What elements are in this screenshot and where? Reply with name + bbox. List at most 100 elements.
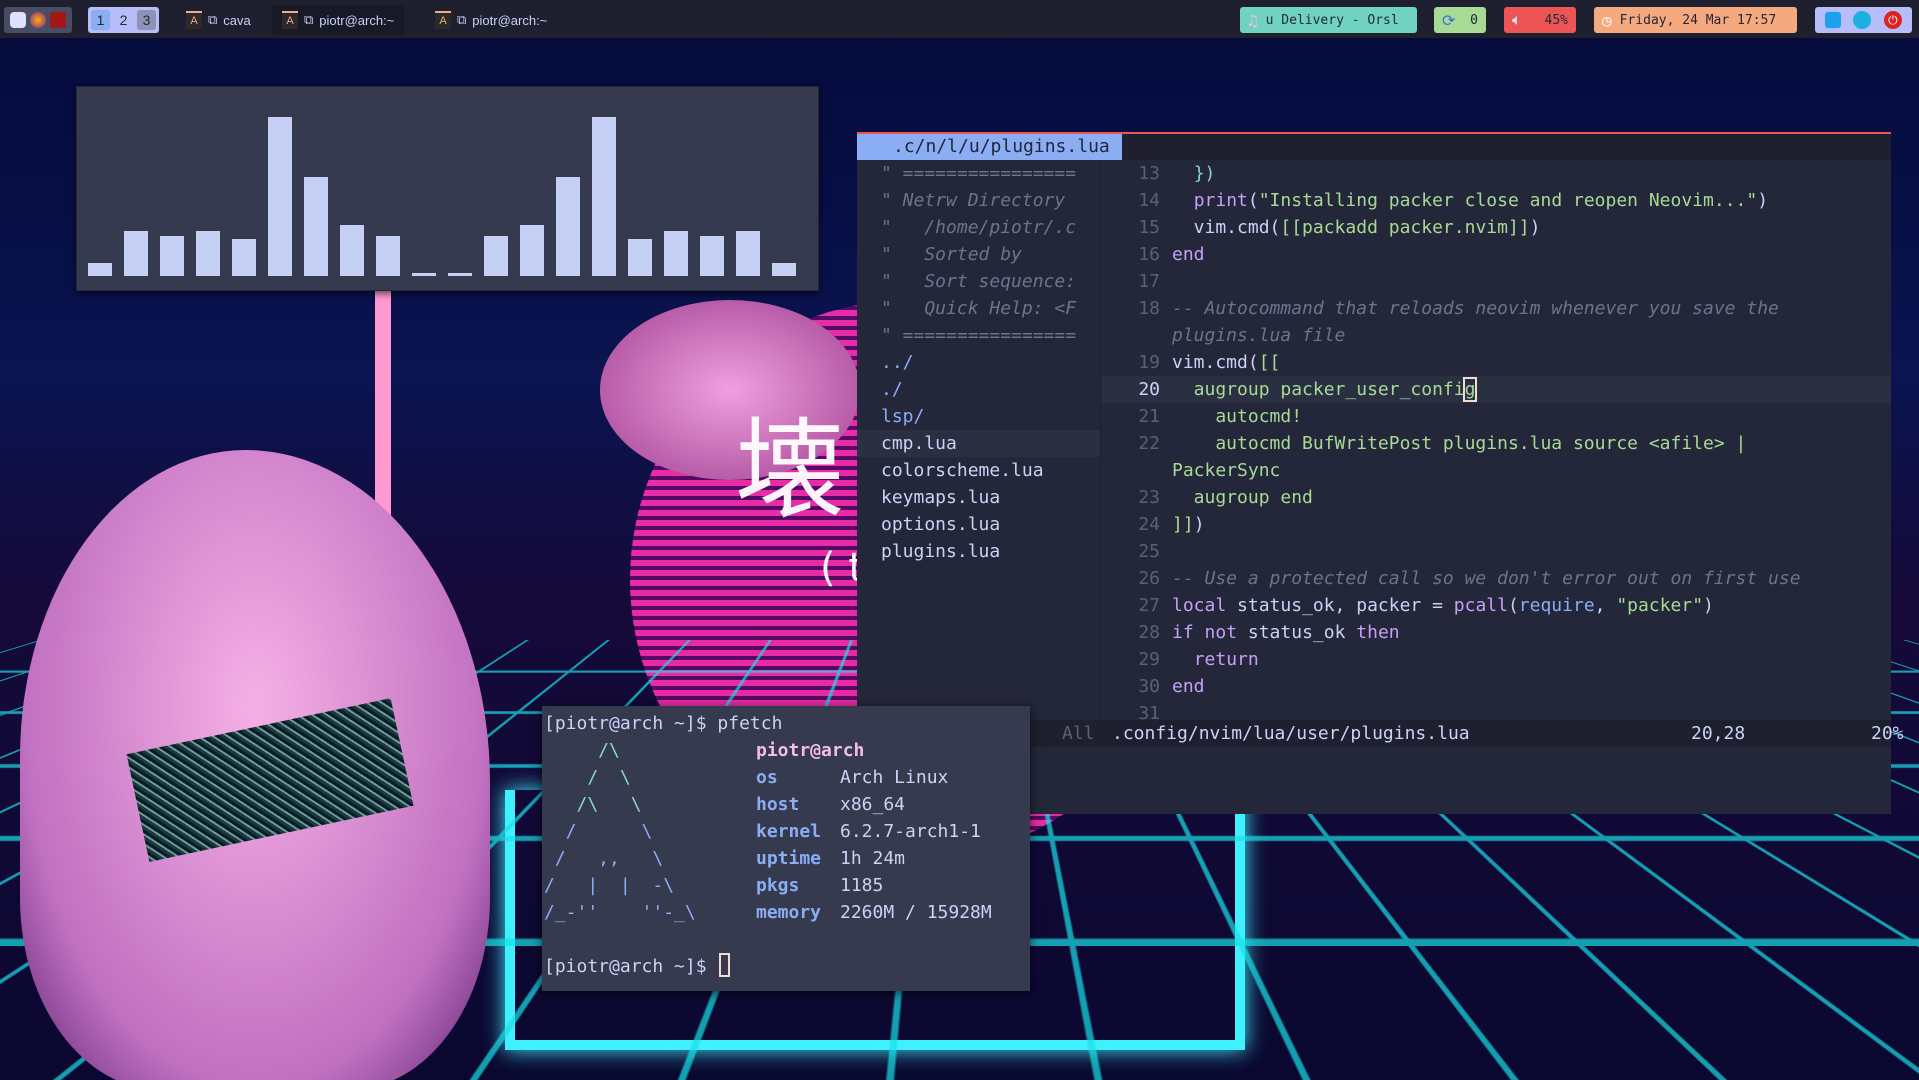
line-number: 23	[1138, 487, 1160, 508]
workspace-2[interactable]: 2	[114, 10, 133, 30]
task-terminal-1[interactable]: A ⧉ piotr@arch:~	[272, 5, 405, 35]
line-text: plugins.lua file	[1172, 322, 1891, 349]
line-text: return	[1172, 646, 1891, 673]
line-number: 31	[1138, 703, 1160, 720]
cava-bar	[160, 236, 184, 276]
code-token: )	[1757, 190, 1769, 211]
app-icon[interactable]	[50, 12, 66, 28]
line-number: 25	[1138, 541, 1160, 562]
pfetch-row: / ,, \ uptime 1h 24m	[544, 845, 1030, 872]
code-token: status_ok	[1237, 622, 1357, 643]
netrw-line[interactable]: plugins.lua	[857, 538, 1100, 565]
netrw-line[interactable]: lsp/	[857, 403, 1100, 430]
music-note-icon: ♫	[1248, 10, 1258, 30]
firefox-icon[interactable]	[30, 12, 46, 28]
arch-logo-art: / \	[544, 767, 631, 788]
netrw-line[interactable]: colorscheme.lua	[857, 457, 1100, 484]
cava-bar	[196, 231, 220, 276]
updates-module[interactable]: ⟳ 0	[1434, 7, 1486, 33]
clock-module[interactable]: ◷ Friday, 24 Mar 17:57	[1594, 7, 1797, 33]
netrw-line[interactable]: keymaps.lua	[857, 484, 1100, 511]
code-buffer[interactable]: 13 }) 14 print("Installing packer close a…	[1102, 160, 1891, 720]
code-token: ]]	[1172, 514, 1194, 535]
power-icon[interactable]: ⏻	[1883, 11, 1902, 29]
code-token: ,	[1594, 595, 1617, 616]
info-label: pkgs	[756, 875, 800, 896]
code-token: )	[1529, 217, 1541, 238]
line-number: 17	[1138, 271, 1160, 292]
line-number: 22	[1138, 433, 1160, 454]
music-module[interactable]: ♫ u Delivery - Orsl	[1240, 7, 1417, 33]
info-label: host	[756, 794, 800, 815]
line-number: 30	[1138, 676, 1160, 697]
cava-bar	[340, 225, 364, 276]
netrw-line[interactable]: options.lua	[857, 511, 1100, 538]
status-cursor-pos: 20,28	[1691, 723, 1746, 744]
refresh-icon: ⟳	[1442, 10, 1456, 30]
terminal-window[interactable]: [piotr@arch ~]$ pfetch /\ piotr@arch / \ o…	[542, 706, 1030, 991]
top-bar: 1 2 3 A ⧉ cava A ⧉ piotr@arch:~ A ⧉ piotr@arch…	[0, 0, 1919, 38]
alacritty-icon: A	[435, 11, 451, 29]
netrw-line: " Netrw Directory	[881, 190, 1066, 211]
code-token: autocmd BufWritePost plugins.lua source …	[1172, 433, 1758, 454]
terminal-cursor	[719, 953, 731, 977]
task-terminal-2[interactable]: A ⧉ piotr@arch:~	[425, 5, 557, 35]
volume-module[interactable]: 🔈︎ 45%	[1504, 7, 1576, 33]
code-token: then	[1356, 622, 1400, 643]
code-line: 21 autocmd!	[1102, 403, 1891, 430]
line-text: })	[1172, 160, 1891, 187]
arch-logo-art: / ,, \	[544, 848, 664, 869]
netrw-line[interactable]: cmp.lua	[857, 430, 1100, 457]
netrw-line[interactable]: ./	[857, 376, 1100, 403]
tab-plugins-lua[interactable]: .c/n/l/u/plugins.lua	[857, 134, 1122, 160]
code-token: end	[1172, 676, 1205, 697]
code-token: (	[1507, 595, 1519, 616]
line-number: 18	[1138, 298, 1160, 319]
code-token: augroup end	[1172, 487, 1313, 508]
line-text: -- Autocommand that reloads neovim whene…	[1172, 295, 1891, 322]
code-token: status_ok, packer =	[1226, 595, 1454, 616]
code-token: g	[1462, 377, 1478, 402]
info-label: uptime	[756, 848, 822, 869]
code-token: autocmd!	[1172, 406, 1303, 427]
line-number: 29	[1138, 649, 1160, 670]
line-number: 24	[1138, 514, 1160, 535]
code-line: 23 augroup end	[1102, 484, 1891, 511]
tray-sync-icon[interactable]	[1853, 11, 1872, 29]
tray-app-icon[interactable]	[1825, 12, 1842, 28]
netrw-line[interactable]: ../	[857, 349, 1100, 376]
workspace-1[interactable]: 1	[91, 10, 110, 30]
code-token: -- Use a protected call so we don't erro…	[1172, 568, 1801, 589]
netrw-line: " ================	[881, 325, 1077, 346]
cava-bar	[772, 263, 796, 276]
line-text: autocmd BufWritePost plugins.lua source …	[1172, 430, 1891, 457]
prompt-line: [piotr@arch ~]$ pfetch	[544, 710, 1030, 737]
code-line: 14 print("Installing packer close and re…	[1102, 187, 1891, 214]
netrw-line: " Quick Help: <F	[881, 298, 1077, 319]
cava-bar	[412, 272, 436, 276]
now-playing: u Delivery - Orsl	[1265, 12, 1399, 28]
info-value: x86_64	[840, 794, 906, 815]
code-token: [[packadd packer.nvim]]	[1280, 217, 1530, 238]
task-cava[interactable]: A ⧉ cava	[176, 5, 261, 35]
cava-bar	[304, 177, 328, 276]
prompt-line[interactable]: [piotr@arch ~]$	[544, 953, 1030, 980]
workspace-3[interactable]: 3	[137, 10, 156, 30]
cava-visualizer-window[interactable]	[76, 86, 819, 291]
code-line: 24]])	[1102, 511, 1891, 538]
line-text	[1172, 268, 1891, 295]
line-text: PackerSync	[1172, 457, 1891, 484]
code-token: (	[1247, 190, 1259, 211]
pfetch-row: /\ \ host x86_64	[544, 791, 1030, 818]
code-line: 19 vim.cmd([[	[1102, 349, 1891, 376]
task-label: cava	[223, 12, 251, 28]
line-number: 15	[1138, 217, 1160, 238]
code-token: local	[1172, 595, 1227, 616]
discord-icon[interactable]	[10, 12, 26, 28]
netrw-line: " /home/piotr/.c	[881, 217, 1077, 238]
code-token: if	[1172, 622, 1194, 643]
workspaces: 1 2 3	[88, 7, 159, 33]
cava-bar	[736, 231, 760, 276]
code-line: 28 if not status_ok then	[1102, 619, 1891, 646]
